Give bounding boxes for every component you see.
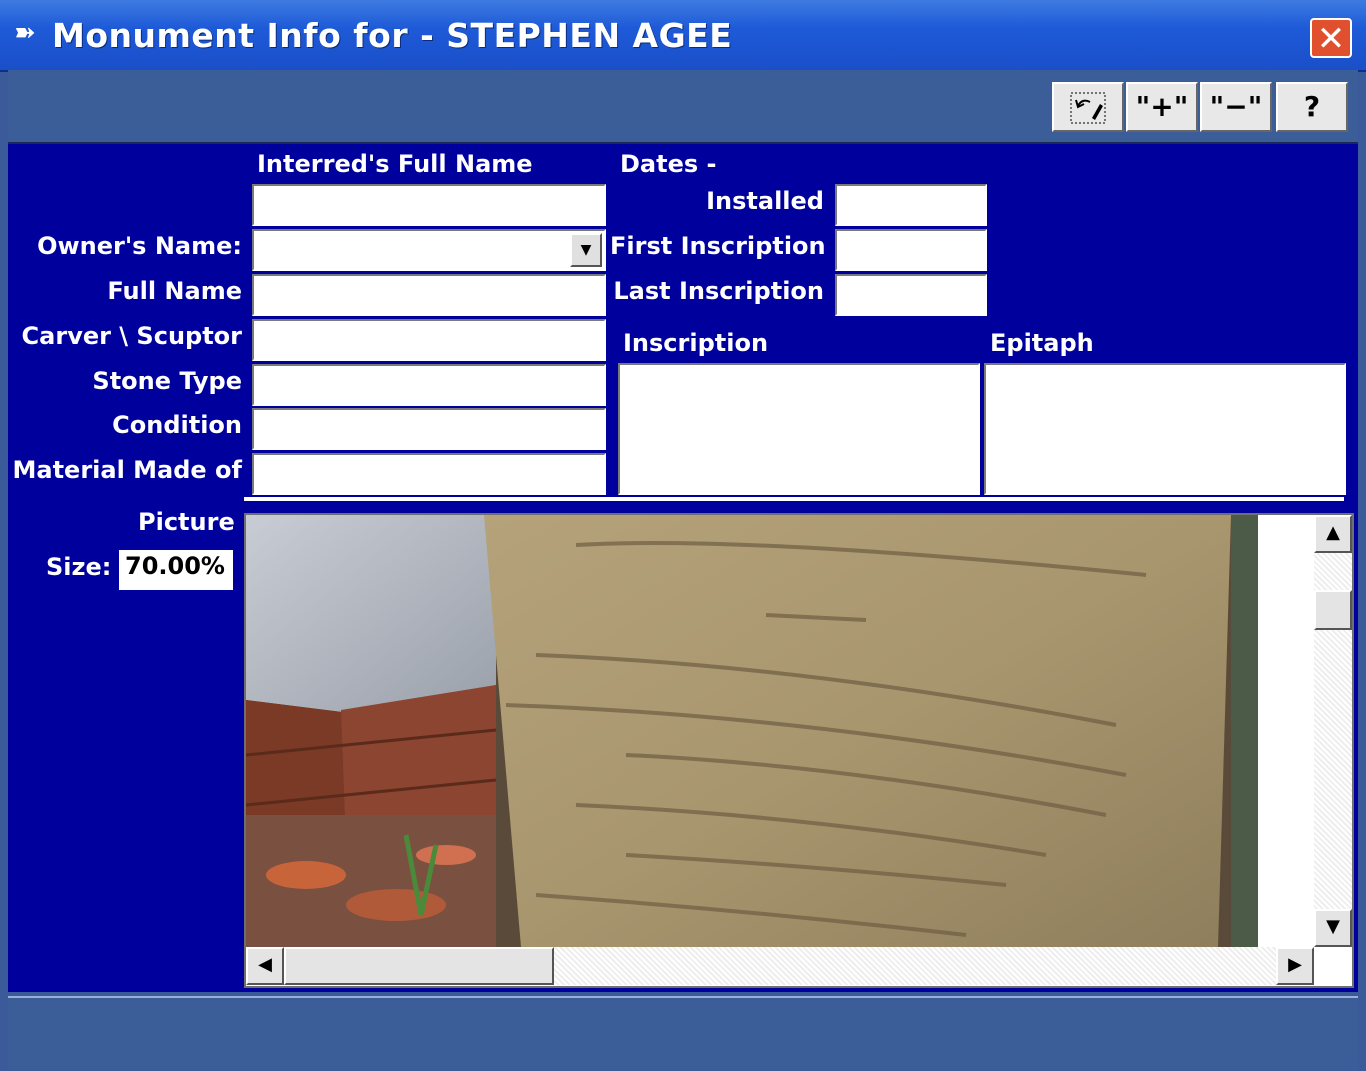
last-inscription-label: Last Inscription — [613, 277, 824, 305]
scroll-right-icon[interactable]: ▶ — [1276, 947, 1314, 985]
size-label: Size: — [46, 553, 112, 581]
gravestone-photo — [246, 515, 1258, 947]
add-record-button[interactable]: "+" — [1126, 82, 1198, 132]
dates-header: Dates - — [620, 150, 717, 178]
undo-edit-button[interactable] — [1052, 82, 1124, 132]
picture-viewer[interactable] — [244, 513, 1354, 988]
installed-date-field[interactable] — [835, 184, 987, 226]
carver-field[interactable] — [252, 319, 606, 361]
window-title: Monument Info for - STEPHEN AGEE — [52, 16, 733, 55]
status-bar — [8, 996, 1358, 1070]
horizontal-scroll-thumb[interactable] — [284, 947, 554, 985]
vertical-scrollbar[interactable] — [1314, 515, 1352, 947]
first-inscription-label: First Inscription — [610, 232, 826, 260]
interred-name-field[interactable] — [252, 184, 606, 226]
full-name-label: Full Name — [107, 277, 242, 305]
help-button[interactable]: ? — [1276, 82, 1348, 132]
first-inscription-field[interactable] — [835, 229, 987, 271]
stone-type-label: Stone Type — [92, 367, 242, 395]
remove-record-button[interactable]: "−" — [1200, 82, 1272, 132]
last-inscription-field[interactable] — [835, 274, 987, 316]
undo-edit-icon — [1070, 92, 1106, 124]
scroll-down-icon[interactable]: ▼ — [1314, 909, 1352, 947]
material-label: Material Made of — [12, 456, 243, 484]
picture-label: Picture — [138, 508, 235, 536]
arrow-icon: ➽ — [14, 18, 36, 48]
inscription-header: Inscription — [623, 329, 769, 357]
material-field[interactable] — [252, 453, 606, 495]
owner-name-label: Owner's Name: — [37, 232, 242, 260]
epitaph-textarea[interactable] — [984, 363, 1346, 495]
interred-name-header: Interred's Full Name — [257, 150, 533, 178]
inscription-textarea[interactable] — [618, 363, 980, 495]
epitaph-header: Epitaph — [990, 329, 1094, 357]
close-button[interactable]: ✕ — [1310, 18, 1352, 58]
stone-type-field[interactable] — [252, 364, 606, 406]
owner-name-dropdown[interactable]: ▼ — [252, 229, 606, 271]
condition-field[interactable] — [252, 408, 606, 450]
full-name-field[interactable] — [252, 274, 606, 316]
scroll-up-icon[interactable]: ▲ — [1314, 515, 1352, 553]
vertical-scroll-thumb[interactable] — [1314, 590, 1352, 630]
installed-label: Installed — [706, 187, 824, 215]
section-divider — [244, 497, 1344, 501]
condition-label: Condition — [112, 411, 242, 439]
scroll-left-icon[interactable]: ◀ — [246, 947, 284, 985]
size-field[interactable]: 70.00% — [119, 550, 233, 590]
carver-label: Carver \ Scuptor — [21, 322, 242, 350]
chevron-down-icon[interactable]: ▼ — [570, 233, 602, 267]
